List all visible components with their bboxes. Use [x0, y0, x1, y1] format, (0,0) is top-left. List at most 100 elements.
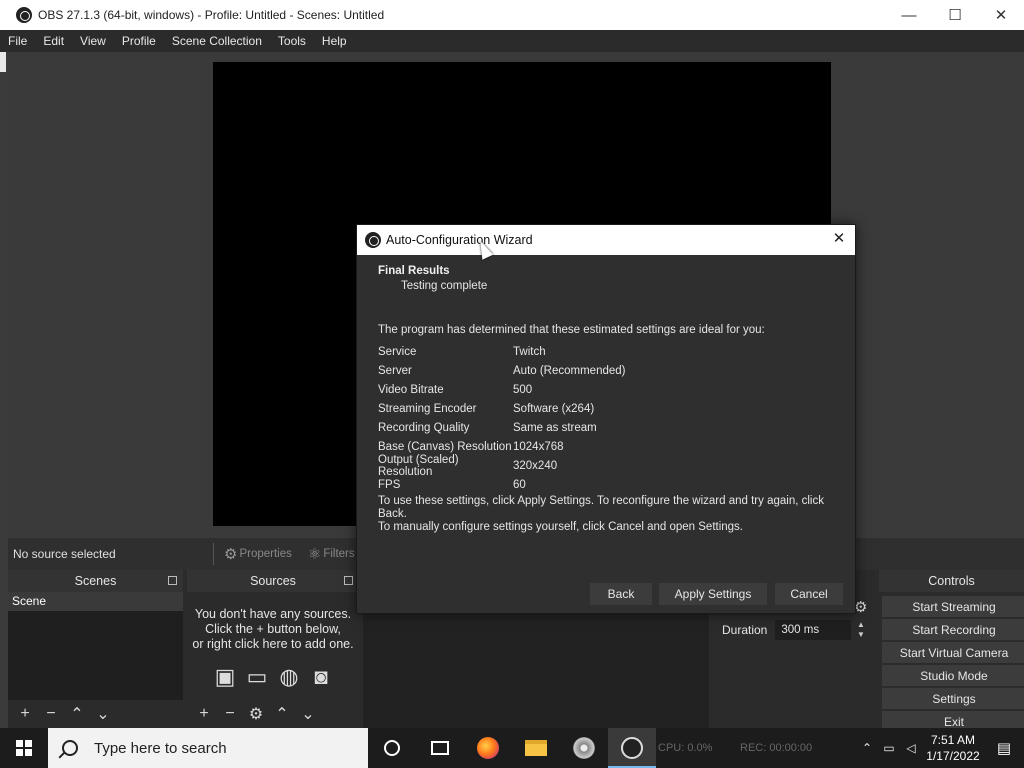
sources-dock: Sources You don't have any sources. Clic… [187, 570, 359, 728]
scenes-list: Scene [8, 592, 183, 700]
result-value: 60 [513, 478, 526, 491]
cortana-icon [384, 740, 400, 756]
result-key: FPS [378, 478, 401, 491]
wizard-subheading: Testing complete [401, 280, 488, 292]
globe-icon: ◍ [279, 664, 299, 689]
status-rec-text: REC: 00:00:00 [740, 742, 813, 754]
move-up-icon[interactable]: ⌃ [64, 704, 90, 724]
move-down-icon[interactable]: ⌄ [295, 704, 321, 724]
taskbar-search-box[interactable]: Type here to search [48, 728, 368, 768]
folder-icon [525, 740, 547, 756]
back-button[interactable]: Back [590, 583, 652, 605]
disc-icon [573, 737, 595, 759]
monitor-icon: ▭ [246, 664, 268, 689]
cancel-button[interactable]: Cancel [775, 583, 843, 605]
duration-stepper[interactable]: ▲ ▼ [854, 620, 868, 640]
settings-button[interactable]: Settings [882, 688, 1024, 709]
file-explorer-taskbar-button[interactable] [512, 728, 560, 768]
start-virtual-camera-button[interactable]: Start Virtual Camera [882, 642, 1024, 663]
chevron-up-icon[interactable]: ⌃ [856, 741, 878, 755]
result-value: Software (x264) [513, 402, 595, 415]
result-value: Twitch [513, 345, 546, 358]
filter-icon: ⚛ [307, 546, 322, 563]
menu-edit[interactable]: Edit [35, 34, 72, 48]
controls-list: Start Streaming Start Recording Start Vi… [879, 594, 1024, 732]
volume-muted-icon[interactable]: ◁ [900, 741, 922, 755]
duration-label: Duration [722, 623, 768, 637]
scenes-header: Scenes [8, 570, 183, 592]
menu-profile[interactable]: Profile [114, 34, 164, 48]
firefox-taskbar-button[interactable] [464, 728, 512, 768]
wizard-body: Final Results Testing complete The progr… [357, 255, 855, 613]
result-value: 500 [513, 383, 533, 396]
search-icon [62, 740, 78, 756]
undock-icon[interactable] [168, 576, 177, 585]
windows-taskbar: Type here to search CPU: 0.0% REC: 00:00… [0, 728, 1024, 768]
sources-empty-message: You don't have any sources. Click the + … [187, 592, 359, 652]
scenes-title: Scenes [74, 574, 117, 588]
background-window-edge [0, 52, 8, 728]
gear-icon[interactable]: ⚙ [243, 704, 269, 724]
properties-button[interactable]: ⚙ Properties [220, 543, 296, 565]
task-view-button[interactable] [416, 728, 464, 768]
notifications-icon[interactable]: ▤ [984, 739, 1024, 757]
undock-icon[interactable] [344, 576, 353, 585]
transition-gear-icon[interactable]: ⚙ [854, 598, 867, 616]
maximize-button[interactable]: ☐ [932, 0, 978, 30]
scene-item[interactable]: Scene [8, 592, 183, 611]
result-key: Output (Scaled) Resolution [378, 453, 459, 478]
result-value: 1024x768 [513, 440, 564, 453]
wizard-title-bar: Auto-Configuration Wizard ✕ [357, 225, 855, 255]
result-row: Server Auto (Recommended) [378, 361, 626, 380]
start-button[interactable] [0, 728, 48, 768]
menu-scene-collection[interactable]: Scene Collection [164, 34, 270, 48]
wizard-note-line-1: To use these settings, click Apply Setti… [378, 495, 824, 520]
result-key: Server [378, 364, 412, 377]
system-tray: ⌃ ▭ ◁ 7:51 AM 1/17/2022 ▤ [856, 728, 1024, 768]
move-down-icon[interactable]: ⌄ [90, 704, 116, 724]
filters-button[interactable]: ⚛ Filters [304, 543, 359, 565]
empty-line-3: or right click here to add one. [192, 637, 354, 651]
obs-logo-icon [16, 7, 32, 23]
apply-settings-button[interactable]: Apply Settings [659, 583, 767, 605]
add-icon[interactable]: + [12, 705, 38, 723]
start-recording-button[interactable]: Start Recording [882, 619, 1024, 640]
window-controls: — ☐ ✕ [886, 0, 1024, 30]
remove-icon[interactable]: − [38, 705, 64, 723]
wizard-close-button[interactable]: ✕ [829, 229, 849, 249]
controls-dock: Controls Start Streaming Start Recording… [879, 570, 1024, 732]
result-row: Output (Scaled) Resolution 320x240 [378, 453, 626, 478]
sources-list[interactable]: You don't have any sources. Click the + … [187, 592, 359, 700]
scenes-footer: + − ⌃ ⌄ [8, 700, 183, 728]
result-key: Video Bitrate [378, 383, 444, 396]
clock[interactable]: 7:51 AM 1/17/2022 [922, 732, 984, 764]
result-value: Auto (Recommended) [513, 364, 626, 377]
menu-view[interactable]: View [72, 34, 114, 48]
obs-taskbar-button[interactable] [608, 728, 656, 768]
menu-tools[interactable]: Tools [270, 34, 314, 48]
start-streaming-button[interactable]: Start Streaming [882, 596, 1024, 617]
network-icon[interactable]: ▭ [878, 741, 900, 755]
menu-help[interactable]: Help [314, 34, 355, 48]
wizard-heading: Final Results [378, 265, 450, 277]
status-cpu-text: CPU: 0.0% [658, 742, 713, 754]
menu-file[interactable]: File [0, 34, 35, 48]
close-button[interactable]: ✕ [978, 0, 1024, 30]
wizard-note: To use these settings, click Apply Setti… [378, 495, 855, 534]
controls-header: Controls [879, 570, 1024, 592]
minimize-button[interactable]: — [886, 0, 932, 30]
studio-mode-button[interactable]: Studio Mode [882, 665, 1024, 686]
toolbar-divider [213, 543, 214, 565]
cortana-button[interactable] [368, 728, 416, 768]
add-icon[interactable]: + [191, 705, 217, 723]
remove-icon[interactable]: − [217, 705, 243, 723]
empty-line-1: You don't have any sources. [194, 607, 352, 621]
results-table: Service Twitch Server Auto (Recommended)… [378, 342, 626, 494]
window-title-bar: OBS 27.1.3 (64-bit, windows) - Profile: … [0, 0, 1024, 30]
scenes-dock: Scenes Scene + − ⌃ ⌄ [8, 570, 183, 728]
empty-line-2: Click the + button below, [205, 622, 341, 636]
duration-input[interactable]: 300 ms [775, 620, 852, 640]
disc-app-taskbar-button[interactable] [560, 728, 608, 768]
move-up-icon[interactable]: ⌃ [269, 704, 295, 724]
result-key: Base (Canvas) Resolution [378, 440, 512, 453]
